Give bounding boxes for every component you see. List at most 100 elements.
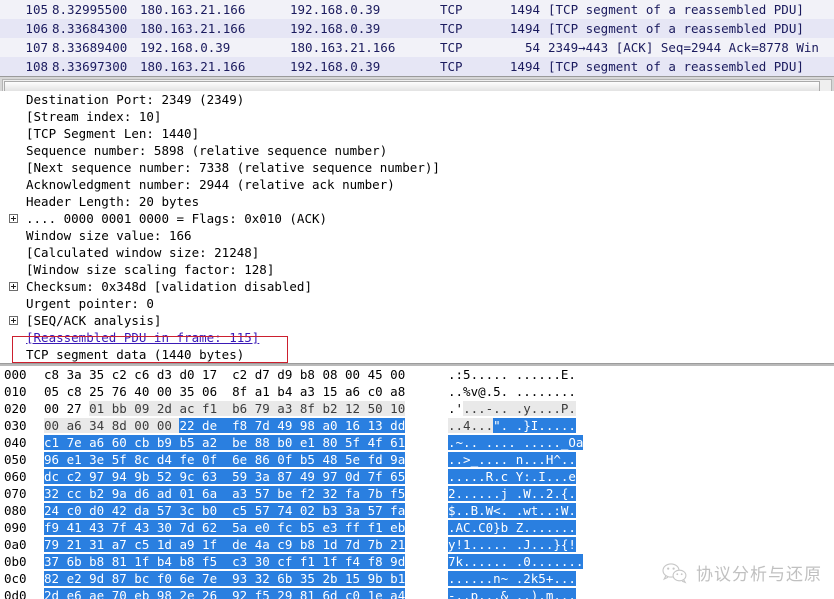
expand-plus-icon[interactable] <box>9 282 18 291</box>
packet-time: 8.32995500 <box>52 2 128 17</box>
packet-info: 2349→443 [ACK] Seq=2944 Ack=8778 Win <box>548 40 819 55</box>
hex-bytes: c1 7e a6 60 cb b9 b5 a2 be 88 b0 e1 80 5… <box>44 434 406 451</box>
hex-dump-row[interactable]: 010 05 c8 25 76 40 00 35 06 8f a1 b4 a3 1… <box>0 383 834 400</box>
hex-offset: 0a0 <box>4 537 27 552</box>
detail-tree-row[interactable]: Urgent pointer: 0 <box>0 295 834 312</box>
detail-tree-row[interactable]: .... 0000 0001 0000 = Flags: 0x010 (ACK) <box>0 210 834 227</box>
packet-protocol: TCP <box>440 21 463 36</box>
hex-byte-segment: 82 e2 9d 87 bc f0 6e 7e 93 32 6b 35 2b 1… <box>44 571 406 586</box>
hex-dump-row[interactable]: 020 00 27 01 bb 09 2d ac f1 b6 79 a3 8f b… <box>0 400 834 417</box>
hex-byte-segment: dc c2 97 94 9b 52 9c 63 59 3a 87 49 97 0… <box>44 469 406 484</box>
detail-tree-row[interactable]: Sequence number: 5898 (relative sequence… <box>0 142 834 159</box>
packet-source: 180.163.21.166 <box>140 59 246 74</box>
packet-destination: 180.163.21.166 <box>290 40 396 55</box>
hex-ascii: ..%v@.5. ........ <box>448 383 576 400</box>
detail-tree-label: Checksum: 0x348d [validation disabled] <box>26 279 312 294</box>
detail-tree-label: Sequence number: 5898 (relative sequence… <box>26 143 388 158</box>
hex-byte-segment: 01 bb 09 2d ac f1 b6 79 a3 8f b2 12 50 1… <box>89 401 406 416</box>
hex-ascii-segment: 7k...... .0....... <box>448 554 584 569</box>
hex-ascii-segment: ...-.. .y....P. <box>463 401 576 416</box>
hex-dump-row[interactable]: 090 f9 41 43 7f 43 30 7d 62 5a e0 fc b5 e… <box>0 519 834 536</box>
detail-tree-row[interactable]: Window size value: 166 <box>0 227 834 244</box>
packet-detail-pane[interactable]: Destination Port: 2349 (2349) [Stream ind… <box>0 91 834 363</box>
hex-ascii: -..p...& ..).m... <box>448 587 576 599</box>
packet-source: 180.163.21.166 <box>140 2 246 17</box>
hex-bytes: 37 6b b8 81 1f b4 b8 f5 c3 30 cf f1 1f f… <box>44 553 406 570</box>
packet-list-row[interactable]: 105 8.32995500 180.163.21.166 192.168.0.39 T… <box>0 0 834 19</box>
hex-ascii: .....R.c Y:.I...e <box>448 468 576 485</box>
hex-ascii-segment: .~.. .... ....._Oa <box>448 435 584 450</box>
packet-list-row[interactable]: 106 8.33684300 180.163.21.166 192.168.0.39 T… <box>0 19 834 38</box>
detail-tree-label: Urgent pointer: 0 <box>26 296 154 311</box>
packet-bytes-pane[interactable]: 000 c8 3a 35 c2 c6 d3 d0 17 c2 d7 d9 b8 0… <box>0 366 834 599</box>
detail-tree-label: [TCP Segment Len: 1440] <box>26 126 200 141</box>
packet-protocol: TCP <box>440 2 463 17</box>
hex-ascii: .:5..... ......E. <box>448 366 576 383</box>
hex-dump-row[interactable]: 0a0 79 21 31 a7 c5 1d a9 1f de 4a c9 b8 1… <box>0 536 834 553</box>
detail-tree-label: [Next sequence number: 7338 (relative se… <box>26 160 440 175</box>
detail-tree-row[interactable]: Destination Port: 2349 (2349) <box>0 91 834 108</box>
hex-dump-row[interactable]: 0d0 2d e6 ae 70 eb 98 2e 26 92 f5 29 81 6… <box>0 587 834 599</box>
packet-length: 1494 <box>509 21 540 36</box>
packet-time: 8.33689400 <box>52 40 128 55</box>
hex-ascii-segment: .AC.C0}b Z....... <box>448 520 576 535</box>
hex-offset: 0d0 <box>4 588 27 599</box>
packet-length: 54 <box>524 40 540 55</box>
detail-tree-label: .... 0000 0001 0000 = Flags: 0x010 (ACK) <box>26 211 328 226</box>
hex-byte-segment: 2d e6 ae 70 eb 98 2e 26 92 f5 29 81 6d c… <box>44 588 406 599</box>
packet-info: [TCP segment of a reassembled PDU] <box>548 59 804 74</box>
hex-dump-row[interactable]: 070 32 cc b2 9a d6 ad 01 6a a3 57 be f2 3… <box>0 485 834 502</box>
hex-ascii: .'...-.. .y....P. <box>448 400 576 417</box>
hex-bytes: 32 cc b2 9a d6 ad 01 6a a3 57 be f2 32 f… <box>44 485 406 502</box>
expand-plus-icon[interactable] <box>9 214 18 223</box>
hex-dump-row[interactable]: 050 96 e1 3e 5f 8c d4 fe 0f 6e 86 0f b5 4… <box>0 451 834 468</box>
detail-tree-row[interactable]: Checksum: 0x348d [validation disabled] <box>0 278 834 295</box>
detail-tree-row[interactable]: TCP segment data (1440 bytes) <box>0 346 834 363</box>
detail-tree-row[interactable]: [Calculated window size: 21248] <box>0 244 834 261</box>
expand-plus-icon[interactable] <box>9 316 18 325</box>
packet-info: [TCP segment of a reassembled PDU] <box>548 2 804 17</box>
detail-tree-row[interactable]: [TCP Segment Len: 1440] <box>0 125 834 142</box>
hex-dump-row[interactable]: 0c0 82 e2 9d 87 bc f0 6e 7e 93 32 6b 35 2… <box>0 570 834 587</box>
hex-byte-segment: 79 21 31 a7 c5 1d a9 1f de 4a c9 b8 1d 7… <box>44 537 406 552</box>
detail-tree-row[interactable]: Header Length: 20 bytes <box>0 193 834 210</box>
detail-tree-row[interactable]: [SEQ/ACK analysis] <box>0 312 834 329</box>
hex-dump-row[interactable]: 080 24 c0 d0 42 da 57 3c b0 c5 57 74 02 b… <box>0 502 834 519</box>
detail-tree-row[interactable]: Acknowledgment number: 2944 (relative ac… <box>0 176 834 193</box>
packet-list-row[interactable]: 107 8.33689400 192.168.0.39 180.163.21.166 T… <box>0 38 834 57</box>
hex-ascii-segment: $..B.W<. .wt..:W. <box>448 503 576 518</box>
hex-ascii-segment: ..4... <box>448 418 494 433</box>
hex-ascii-segment: ". .}I..... <box>493 418 576 433</box>
hex-dump-row[interactable]: 000 c8 3a 35 c2 c6 d3 d0 17 c2 d7 d9 b8 0… <box>0 366 834 383</box>
hex-offset: 020 <box>4 401 27 416</box>
detail-tree-row[interactable]: [Reassembled PDU in frame: 115] <box>0 329 834 346</box>
detail-tree-row[interactable]: [Next sequence number: 7338 (relative se… <box>0 159 834 176</box>
packet-list-row[interactable]: 108 8.33697300 180.163.21.166 192.168.0.39 T… <box>0 57 834 76</box>
hex-byte-segment: 96 e1 3e 5f 8c d4 fe 0f 6e 86 0f b5 48 5… <box>44 452 406 467</box>
packet-length: 1494 <box>509 59 540 74</box>
hex-offset: 080 <box>4 503 27 518</box>
hex-offset: 040 <box>4 435 27 450</box>
detail-tree-row[interactable]: [Window size scaling factor: 128] <box>0 261 834 278</box>
packet-no: 106 <box>25 21 48 36</box>
hex-byte-segment: 22 de f8 7d 49 98 a0 16 13 dd <box>179 418 406 433</box>
detail-tree-label: TCP segment data (1440 bytes) <box>26 347 245 362</box>
hex-dump-row[interactable]: 0b0 37 6b b8 81 1f b4 b8 f5 c3 30 cf f1 1… <box>0 553 834 570</box>
hex-offset: 060 <box>4 469 27 484</box>
packet-list-pane[interactable]: 105 8.32995500 180.163.21.166 192.168.0.39 T… <box>0 0 834 76</box>
detail-tree-row[interactable]: [Stream index: 10] <box>0 108 834 125</box>
detail-tree-label: Destination Port: 2349 (2349) <box>26 92 245 107</box>
hex-ascii-segment: y!1..... .J...}{! <box>448 537 576 552</box>
hex-byte-segment: 37 6b b8 81 1f b4 b8 f5 c3 30 cf f1 1f f… <box>44 554 406 569</box>
detail-tree-label: [Window size scaling factor: 128] <box>26 262 275 277</box>
hex-ascii-segment: .:5..... ......E. <box>448 367 576 382</box>
hex-dump-row[interactable]: 040 c1 7e a6 60 cb b9 b5 a2 be 88 b0 e1 8… <box>0 434 834 451</box>
hex-ascii-segment: 2......j .W..2.{. <box>448 486 576 501</box>
packet-source: 180.163.21.166 <box>140 21 246 36</box>
packet-list-horizontal-scrollbar[interactable] <box>0 76 834 92</box>
detail-tree-label: [SEQ/ACK analysis] <box>26 313 162 328</box>
hex-dump-row[interactable]: 060 dc c2 97 94 9b 52 9c 63 59 3a 87 49 9… <box>0 468 834 485</box>
hex-dump-row[interactable]: 030 00 a6 34 8d 00 00 22 de f8 7d 49 98 a… <box>0 417 834 434</box>
hex-bytes: 24 c0 d0 42 da 57 3c b0 c5 57 74 02 b3 3… <box>44 502 406 519</box>
hex-ascii: ..4...". .}I..... <box>448 417 576 434</box>
